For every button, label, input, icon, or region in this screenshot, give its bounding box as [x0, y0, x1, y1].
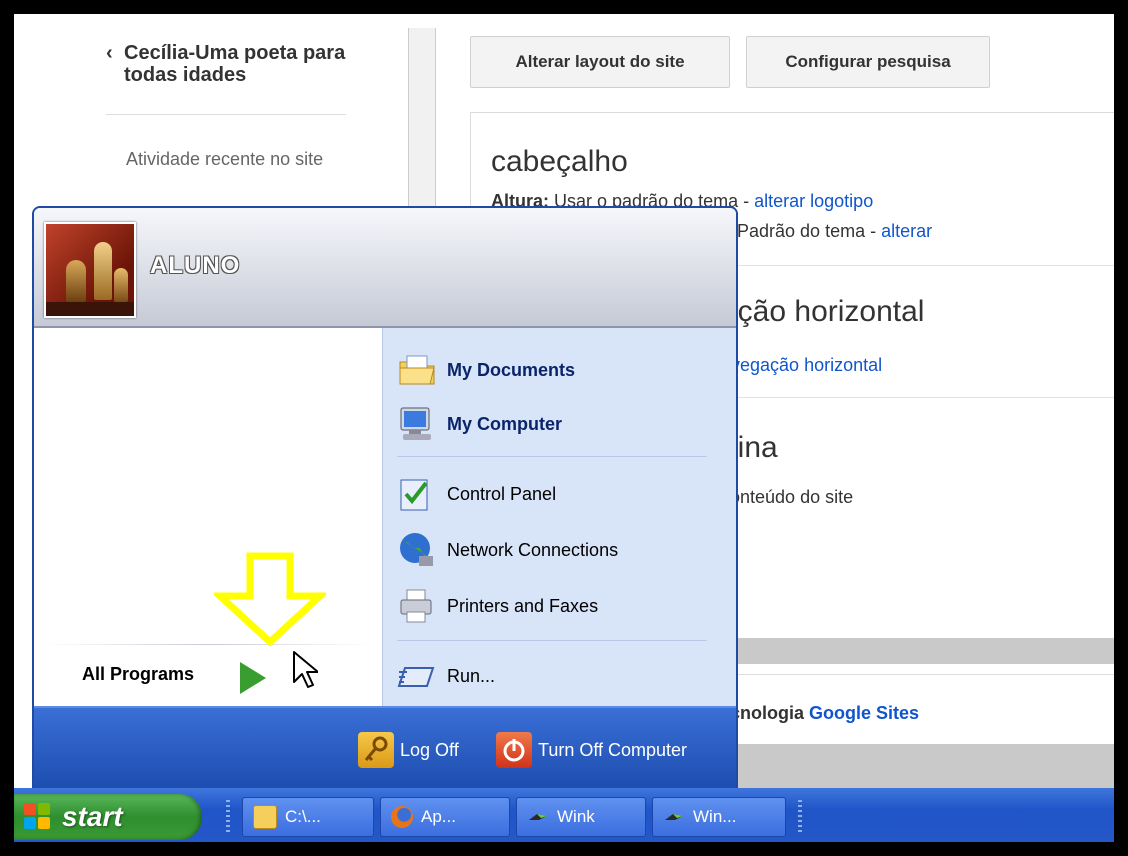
run-icon — [397, 656, 437, 696]
run-label: Run... — [447, 665, 496, 686]
chevron-left-icon: ‹ — [106, 42, 113, 64]
run-item[interactable]: Run... — [397, 652, 495, 700]
footer-text: ecnologia Google Sites — [720, 703, 919, 724]
start-label: start — [62, 801, 123, 832]
start-button[interactable]: start — [14, 794, 202, 840]
horizontal-nav-link[interactable]: avegação horizontal — [721, 355, 882, 376]
start-menu-header: ALUNO — [34, 208, 736, 328]
key-icon — [358, 732, 394, 768]
header-line-2: Padrão do tema - alterar — [737, 221, 933, 241]
my-documents-item[interactable]: My Documents — [397, 346, 575, 394]
taskbar-item-label: Ap... — [421, 807, 456, 826]
back-link[interactable]: ‹ Cecília-Uma poeta para todas idades — [106, 42, 366, 86]
turn-off-computer-button[interactable]: Turn Off Computer — [496, 732, 687, 768]
taskbar-item-firefox[interactable]: Ap... — [380, 797, 510, 837]
all-programs-button[interactable]: All Programs — [82, 664, 194, 685]
network-connections-label: Network Connections — [447, 539, 619, 560]
printer-icon — [397, 586, 437, 626]
user-avatar-chess-icon[interactable] — [44, 222, 136, 318]
log-off-button[interactable]: Log Off — [358, 732, 459, 768]
firefox-icon — [391, 806, 413, 828]
divider — [106, 114, 346, 115]
taskbar-item-wink[interactable]: Wink — [516, 797, 646, 837]
power-icon — [496, 732, 532, 768]
divider — [397, 640, 707, 641]
printers-faxes-item[interactable]: Printers and Faxes — [397, 582, 598, 630]
log-off-label: Log Off — [400, 739, 459, 760]
taskbar-grip[interactable] — [798, 800, 802, 832]
taskbar-grip[interactable] — [226, 800, 230, 832]
folder-icon — [253, 805, 277, 829]
taskbar-item-label: Win... — [693, 807, 737, 826]
theme-default-value: Padrão do tema — [737, 221, 866, 241]
header-section-title: cabeçalho — [491, 145, 628, 178]
yellow-arrow-annotation-icon — [214, 552, 326, 646]
taskbar: start C:\... Ap... Wink Win... — [14, 788, 1114, 842]
change-layout-button[interactable]: Alterar layout do site — [470, 36, 730, 88]
network-connections-item[interactable]: Network Connections — [397, 526, 618, 574]
control-panel-icon — [397, 474, 437, 514]
configure-search-button[interactable]: Configurar pesquisa — [746, 36, 990, 88]
pinned-programs-pane: All Programs — [34, 328, 382, 706]
my-computer-label: My Computer — [447, 413, 563, 434]
control-panel-label: Control Panel — [447, 483, 557, 504]
places-pane: My Documents My Computer Control Panel N — [382, 328, 736, 706]
my-computer-item[interactable]: My Computer — [397, 400, 562, 448]
turn-off-label: Turn Off Computer — [538, 739, 688, 760]
screen: ‹ Cecília-Uma poeta para todas idades At… — [14, 14, 1114, 842]
user-name: ALUNO — [150, 252, 241, 279]
network-globe-icon — [397, 530, 437, 570]
computer-icon — [397, 404, 437, 444]
page-section-text: conteúdo do site — [721, 487, 854, 507]
control-panel-item[interactable]: Control Panel — [397, 470, 556, 518]
printers-faxes-label: Printers and Faxes — [447, 595, 599, 616]
start-menu: ALUNO All Programs My Documents My Compu… — [32, 206, 738, 796]
change-link[interactable]: alterar — [881, 221, 932, 241]
taskbar-item-label: C:\... — [285, 807, 321, 826]
folder-documents-icon — [397, 350, 437, 390]
windows-logo-icon — [24, 803, 52, 831]
taskbar-item-wink-2[interactable]: Win... — [652, 797, 786, 837]
divider — [397, 456, 707, 457]
nav-section-title: ação horizontal — [721, 295, 925, 328]
green-arrow-icon[interactable] — [240, 662, 266, 694]
recent-activity-link[interactable]: Atividade recente no site — [126, 148, 366, 170]
google-sites-link[interactable]: Google Sites — [809, 703, 919, 723]
taskbar-item-label: Wink — [557, 807, 595, 826]
my-documents-label: My Documents — [447, 359, 576, 380]
change-logo-link[interactable]: alterar logotipo — [754, 191, 873, 211]
mouse-cursor-icon — [293, 651, 318, 688]
wink-icon — [663, 806, 685, 828]
wink-icon — [527, 806, 549, 828]
site-title: Cecília-Uma poeta para todas idades — [124, 42, 346, 86]
taskbar-item-explorer[interactable]: C:\... — [242, 797, 374, 837]
start-menu-footer: Log Off Turn Off Computer — [34, 706, 736, 794]
